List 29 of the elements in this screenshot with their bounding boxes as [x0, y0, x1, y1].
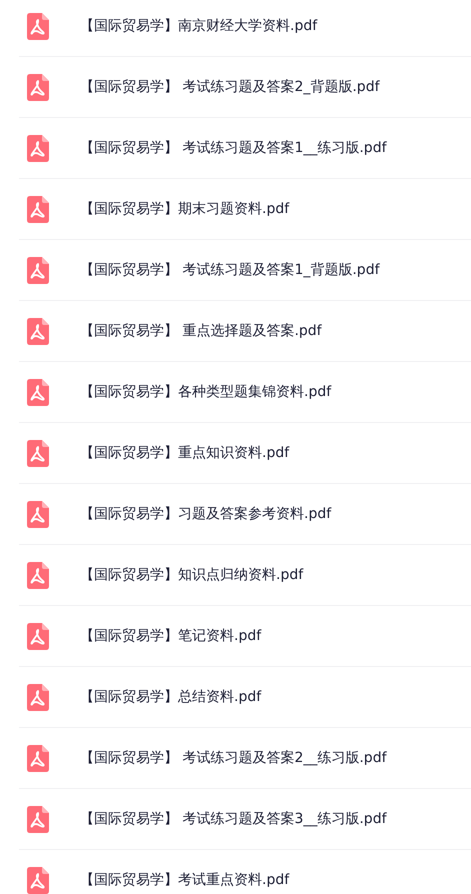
- file-name[interactable]: 【国际贸易学】各种类型题集锦资料.pdf: [80, 383, 332, 401]
- file-name[interactable]: 【国际贸易学】笔记资料.pdf: [80, 627, 262, 645]
- document-icon: [27, 622, 49, 650]
- file-name[interactable]: 【国际贸易学】重点知识资料.pdf: [80, 444, 290, 462]
- document-icon: [27, 12, 49, 40]
- document-icon: [27, 318, 49, 344]
- document-icon: [27, 440, 49, 466]
- document-icon: [27, 684, 49, 710]
- file-name[interactable]: 【国际贸易学】 考试练习题及答案2_背题版.pdf: [80, 78, 380, 96]
- document-icon: [27, 256, 49, 284]
- file-name[interactable]: 【国际贸易学】南京财经大学资料.pdf: [80, 17, 318, 35]
- file-name[interactable]: 【国际贸易学】考试重点资料.pdf: [80, 871, 290, 889]
- file-name[interactable]: 【国际贸易学】 考试练习题及答案3__练习版.pdf: [80, 810, 387, 828]
- file-name[interactable]: 【国际贸易学】习题及答案参考资料.pdf: [80, 505, 332, 523]
- file-name[interactable]: 【国际贸易学】 考试练习题及答案1__练习版.pdf: [80, 139, 387, 157]
- document-icon: [27, 74, 49, 100]
- document-icon: [27, 134, 49, 162]
- document-icon: [27, 500, 49, 528]
- file-name[interactable]: 【国际贸易学】期末习题资料.pdf: [80, 200, 290, 218]
- document-icon: [27, 744, 49, 772]
- document-icon: [27, 196, 49, 222]
- file-name[interactable]: 【国际贸易学】 重点选择题及答案.pdf: [80, 322, 322, 340]
- document-icon: [27, 562, 49, 588]
- document-icon: [27, 806, 49, 832]
- file-name[interactable]: 【国际贸易学】总结资料.pdf: [80, 688, 262, 706]
- file-name[interactable]: 【国际贸易学】 考试练习题及答案1_背题版.pdf: [80, 261, 380, 279]
- file-name[interactable]: 【国际贸易学】知识点归纳资料.pdf: [80, 566, 304, 584]
- document-icon: [27, 378, 49, 406]
- file-name[interactable]: 【国际贸易学】 考试练习题及答案2__练习版.pdf: [80, 749, 387, 767]
